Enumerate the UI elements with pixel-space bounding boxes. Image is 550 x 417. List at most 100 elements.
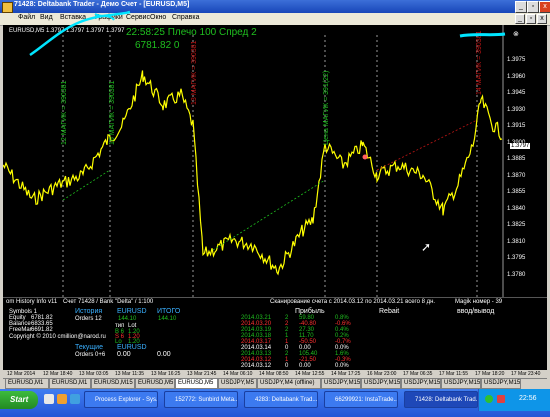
price-chart[interactable]: EURUSD,M5 1.3797 1.3797 1.3797 1.3797 22… [3,25,547,297]
clock: 22:56 [519,395,537,402]
chart-tab[interactable]: USDJPY,M5 [218,379,257,389]
price-scale-label: 1.3945 [507,90,526,96]
daily-date: 2014.03.12 [241,363,272,369]
price-scale-label: 1.3810 [507,238,526,245]
order-vertical-label: 13 МАГИК = 390381 [191,40,198,105]
chart-symbol-header: EURUSD,M5 1.3797 1.3797 1.3797 1.3797 [9,28,125,34]
chart-tab[interactable]: USDJPY,M15 [361,379,401,389]
time-axis-label: 13 Mar 03:05 [79,371,109,377]
history-info-panel: om History Info v11 Счет 71428 / Bank "D… [3,297,547,371]
menu-charts[interactable]: Графики [95,14,123,21]
price-scale-label: 1.3825 [507,222,526,228]
menu-file[interactable]: Файл [18,14,35,21]
price-scale-label: 1.3915 [507,123,526,129]
taskbar-task[interactable]: 4283: Deltabank Trad... [244,391,318,408]
chart-tab[interactable]: EURUSD,M15 [91,379,135,389]
shield-tray-icon[interactable] [497,395,505,403]
current-total: 0.00 [157,351,171,358]
window-title: 71428: Deltabank Trader - Демо Счет - [E… [14,1,190,8]
mouse-cursor-icon: ➚ [421,240,432,254]
chart-tab[interactable]: USDJPY,M15 [441,379,481,389]
time-axis-label: 17 Mar 23:40 [511,371,541,377]
taskbar-task[interactable]: 71428: Deltabank Trad... [404,391,478,408]
start-button[interactable]: Start [0,391,38,409]
mdi-minimize-button[interactable]: _ [515,14,525,24]
menu-view[interactable]: Вид [40,14,53,21]
current-price-marker: 1.3797 [510,143,531,149]
menu-window[interactable]: Окно [150,14,166,21]
time-axis: 12 Mar 2014 12 Mar 18:40 13 Mar 03:05 13 Ma… [3,370,547,378]
time-axis-label: 13 Mar 21:45 [187,371,217,377]
chart-tab[interactable]: USDJPY,M15 [481,379,521,389]
chart-close-icon[interactable]: ⊗ [513,30,519,38]
price-scale-label: 1.3795 [507,255,526,261]
daily-pct: 0.0% [335,363,349,369]
magic-number: Magik номер - 39 [455,299,503,305]
order-marker [362,154,368,160]
chart-tab[interactable]: USDJPY,M15 [401,379,441,389]
account-info: Счет 71428 / Bank "Delta" / 1:100 [63,299,154,305]
price-scale-label: 1.3855 [507,189,526,195]
chart-tab[interactable]: EURUSD,M1 [5,379,49,389]
chart-tab[interactable]: EURUSD,M1 [49,379,91,389]
title-bar: 71428: Deltabank Trader - Демо Счет - [E… [0,0,550,13]
chart-tab[interactable]: USDJPY,M4 (offline) [257,379,321,389]
chart-overlay-line1: 22:58:25 Плечо 100 Спред 2 [126,27,257,38]
system-tray: 22:56 [478,389,550,411]
taskbar: Start Process Explorer - Sys... 152772: S… [0,389,550,417]
restore-button[interactable]: ▫ [527,1,539,13]
daily-n: 0 [285,363,289,369]
orders-value: 144.10 [118,316,137,322]
price-scale-label: 1.3840 [507,205,526,212]
desktop-quicklaunch-icon[interactable] [44,394,54,404]
minimize-button[interactable]: _ [515,1,527,13]
taskbar-task[interactable]: 152772: Sunbird Meta... [164,391,238,408]
history-label: История [75,308,103,315]
network-tray-icon[interactable] [485,395,493,403]
price-scale-label: 1.3930 [507,106,526,113]
time-axis-label: 17 Mar 11:55 [439,371,469,377]
browser-quicklaunch-icon[interactable] [57,394,67,404]
taskbar-task[interactable]: 66299921: InstaTrade... [324,391,398,408]
time-axis-label: 17 Mar 18:20 [475,371,505,377]
time-axis-label: 13 Mar 11:35 [115,371,145,377]
chart-tabs: EURUSD,M1 EURUSD,M1 EURUSD,M15 EURUSD,M5 EUR… [3,378,547,389]
scan-period: Сканирование счета с 2014.03.12 по 2014.… [270,299,436,305]
history-symbol: EURUSD [117,308,147,315]
time-axis-label: 14 Mar 17:25 [331,371,361,377]
mdi-restore-button[interactable]: ▫ [526,14,536,24]
current-label: Текущие [75,344,103,351]
time-axis-label: 14 Mar 06:10 [223,371,253,377]
orders-total: 144.10 [158,316,177,322]
order-vertical-label: 14 МАГИК = 390381 [476,30,483,95]
taskbar-task[interactable]: Process Explorer - Sys... [84,391,158,408]
chart-tab[interactable]: EURUSD,M5 [175,379,218,389]
price-scale-label: 1.3975 [507,57,526,63]
chart-canvas [3,25,504,297]
price-scale-label: 1.3885 [507,156,526,162]
trade-line [212,179,326,251]
indicator-name: om History Info v11 [6,299,58,305]
menu-insert[interactable]: Вставка [60,14,86,21]
mdi-close-button[interactable]: x [537,14,547,24]
time-axis-label: 14 Mar 12:55 [295,371,325,377]
order-vertical-label: 16 МАГИК = 390381 [109,80,116,145]
daily-profit: 0.00 [299,363,311,369]
close-button[interactable]: x [539,1,550,13]
app-icon [2,2,13,13]
price-scale-label: 1.3870 [507,172,526,179]
order-vertical-label: 12 МАГИК = 390381 [61,80,68,145]
time-axis-label: 13 Mar 16:25 [151,371,181,377]
freemargin-value: 6691.82 [31,327,53,333]
time-axis-label: 12 Mar 18:40 [43,371,73,377]
menu-tools[interactable]: Сервис [126,14,150,21]
menu-help[interactable]: Справка [172,14,199,21]
chart-tab[interactable]: EURUSD,M5 [135,379,175,389]
chart-overlay-line2: 6781.82 0 [135,40,180,51]
current-value: 0.00 [117,351,131,358]
time-axis-label: 12 Mar 2014 [7,371,36,377]
chart-tab[interactable]: USDJPY,M15 [321,379,361,389]
rebate-header: Rebait [379,308,400,315]
explorer-quicklaunch-icon[interactable] [70,394,80,404]
orders-label: Orders 12 [75,316,102,322]
